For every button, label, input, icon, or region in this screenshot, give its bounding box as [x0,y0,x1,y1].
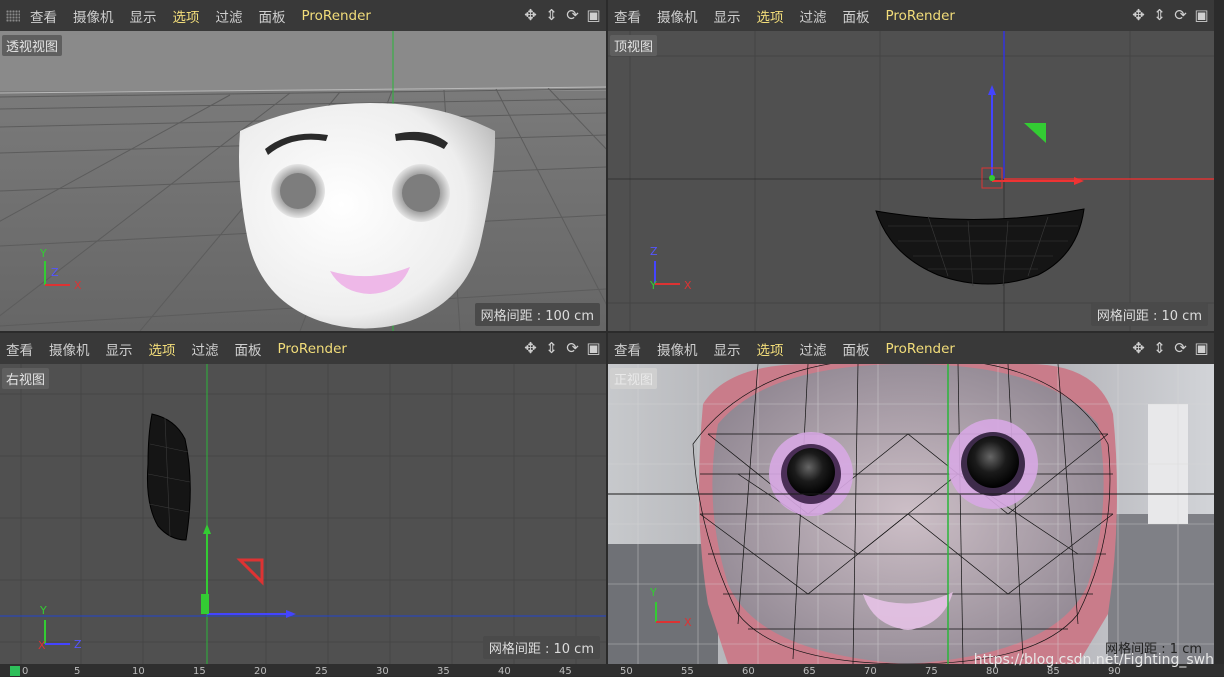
timeline-tick: 0 [22,666,29,677]
viewport-front[interactable]: 查看 摄像机 显示 选项 过滤 面板 ProRender ✥ ⇕ ⟳ ▣ Y X… [608,333,1214,664]
move-icon[interactable]: ✥ [1130,7,1147,24]
arrow-down-icon[interactable]: ⇕ [543,7,560,24]
axis-z-label: Z [74,638,82,651]
timeline-tick: 20 [254,666,267,677]
viewport-name: 正视图 [610,368,658,389]
menu-prorender[interactable]: ProRender [886,8,955,24]
timeline-tick: 10 [132,666,145,677]
menu-filter[interactable]: 过滤 [192,339,219,359]
axis-y-label: Y [39,604,47,617]
viewport-menubar: 查看 摄像机 显示 选项 过滤 面板 ProRender ✥ ⇕ ⟳ ▣ [608,333,1214,364]
timeline-playhead[interactable] [10,666,20,676]
menu-prorender[interactable]: ProRender [886,341,955,357]
viewport-right[interactable]: 查看 摄像机 显示 选项 过滤 面板 ProRender ✥ ⇕ ⟳ ▣ Y Z… [0,333,606,664]
menu-options[interactable]: 选项 [757,6,784,26]
move-icon[interactable]: ✥ [522,340,539,357]
menu-view[interactable]: 查看 [6,339,33,359]
timeline-tick: 45 [559,666,572,677]
menu-filter[interactable]: 过滤 [800,6,827,26]
menu-camera[interactable]: 摄像机 [657,339,698,359]
viewport-name: 右视图 [2,368,50,389]
axis-z-label: Z [51,266,59,279]
viewport-top[interactable]: 查看 摄像机 显示 选项 过滤 面板 ProRender ✥ ⇕ ⟳ ▣ Z Y… [608,0,1214,331]
timeline-tick: 55 [681,666,694,677]
move-icon[interactable]: ✥ [1130,340,1147,357]
menu-camera[interactable]: 摄像机 [49,339,90,359]
viewport-name: 顶视图 [610,35,658,56]
right-canvas[interactable]: Y Z X 右视图 网格间距 : 10 cm [0,364,606,664]
layout-icon[interactable]: ▣ [1193,340,1210,357]
viewport-perspective[interactable]: 查看 摄像机 显示 选项 过滤 面板 ProRender ✥ ⇕ ⟳ ▣ Y Z… [0,0,606,331]
grid-spacing-label: 网格间距 : 10 cm [1090,303,1208,326]
timeline-tick: 50 [620,666,633,677]
timeline-tick: 15 [193,666,206,677]
timeline-tick: 30 [376,666,389,677]
menu-filter[interactable]: 过滤 [800,339,827,359]
menu-display[interactable]: 显示 [714,6,741,26]
viewport-menubar: 查看 摄像机 显示 选项 过滤 面板 ProRender ✥ ⇕ ⟳ ▣ [608,0,1214,31]
menu-panel[interactable]: 面板 [235,339,262,359]
menu-display[interactable]: 显示 [714,339,741,359]
menu-prorender[interactable]: ProRender [302,8,371,24]
perspective-canvas[interactable]: Y Z X 透视视图 网格间距 : 100 cm [0,31,606,331]
menu-options[interactable]: 选项 [757,339,784,359]
viewport-menubar: 查看 摄像机 显示 选项 过滤 面板 ProRender ✥ ⇕ ⟳ ▣ [0,333,606,364]
arrow-down-icon[interactable]: ⇕ [543,340,560,357]
axis-y-label: Y [39,247,47,260]
axis-x-label: X [38,639,46,652]
axis-y-label: Y [649,586,657,599]
rotate-icon[interactable]: ⟳ [564,7,581,24]
rotate-icon[interactable]: ⟳ [564,340,581,357]
menu-prorender[interactable]: ProRender [278,341,347,357]
menu-panel[interactable]: 面板 [843,339,870,359]
menu-display[interactable]: 显示 [130,6,157,26]
menu-camera[interactable]: 摄像机 [657,6,698,26]
timeline-tick: 40 [498,666,511,677]
menu-view[interactable]: 查看 [614,6,641,26]
axis-y-label: Y [649,279,657,292]
top-canvas[interactable]: Z Y X 顶视图 网格间距 : 10 cm [608,31,1214,331]
move-icon[interactable]: ✥ [522,7,539,24]
watermark-text: https://blog.csdn.net/Fighting_swh [973,652,1214,668]
timeline-tick: 75 [925,666,938,677]
layout-icon[interactable]: ▣ [585,340,602,357]
timeline-tick: 35 [437,666,450,677]
menu-view[interactable]: 查看 [614,339,641,359]
timeline-tick: 70 [864,666,877,677]
arrow-down-icon[interactable]: ⇕ [1151,340,1168,357]
viewport-menubar: 查看 摄像机 显示 选项 过滤 面板 ProRender ✥ ⇕ ⟳ ▣ [0,0,606,31]
menu-camera[interactable]: 摄像机 [73,6,114,26]
timeline-tick: 5 [74,666,81,677]
rotate-icon[interactable]: ⟳ [1172,340,1189,357]
layout-icon[interactable]: ▣ [1193,7,1210,24]
layout-icon[interactable]: ▣ [585,7,602,24]
grid-spacing-label: 网格间距 : 10 cm [482,636,600,659]
rotate-icon[interactable]: ⟳ [1172,7,1189,24]
axis-x-label: X [684,279,692,292]
menu-display[interactable]: 显示 [106,339,133,359]
axis-x-label: X [74,279,82,292]
axis-z-label: Z [650,245,658,258]
timeline-tick: 65 [803,666,816,677]
axis-x-label: X [684,616,692,629]
menu-panel[interactable]: 面板 [259,6,286,26]
menu-options[interactable]: 选项 [149,339,176,359]
grid-spacing-label: 网格间距 : 100 cm [474,303,600,326]
menu-filter[interactable]: 过滤 [216,6,243,26]
menu-panel[interactable]: 面板 [843,6,870,26]
front-canvas[interactable]: Y X 正视图 网格间距 : 1 cm [608,364,1214,664]
menu-options[interactable]: 选项 [173,6,200,26]
grip-icon[interactable] [6,9,20,22]
viewport-name: 透视视图 [2,35,63,56]
menu-view[interactable]: 查看 [30,6,57,26]
timeline-tick: 60 [742,666,755,677]
arrow-down-icon[interactable]: ⇕ [1151,7,1168,24]
timeline-tick: 25 [315,666,328,677]
